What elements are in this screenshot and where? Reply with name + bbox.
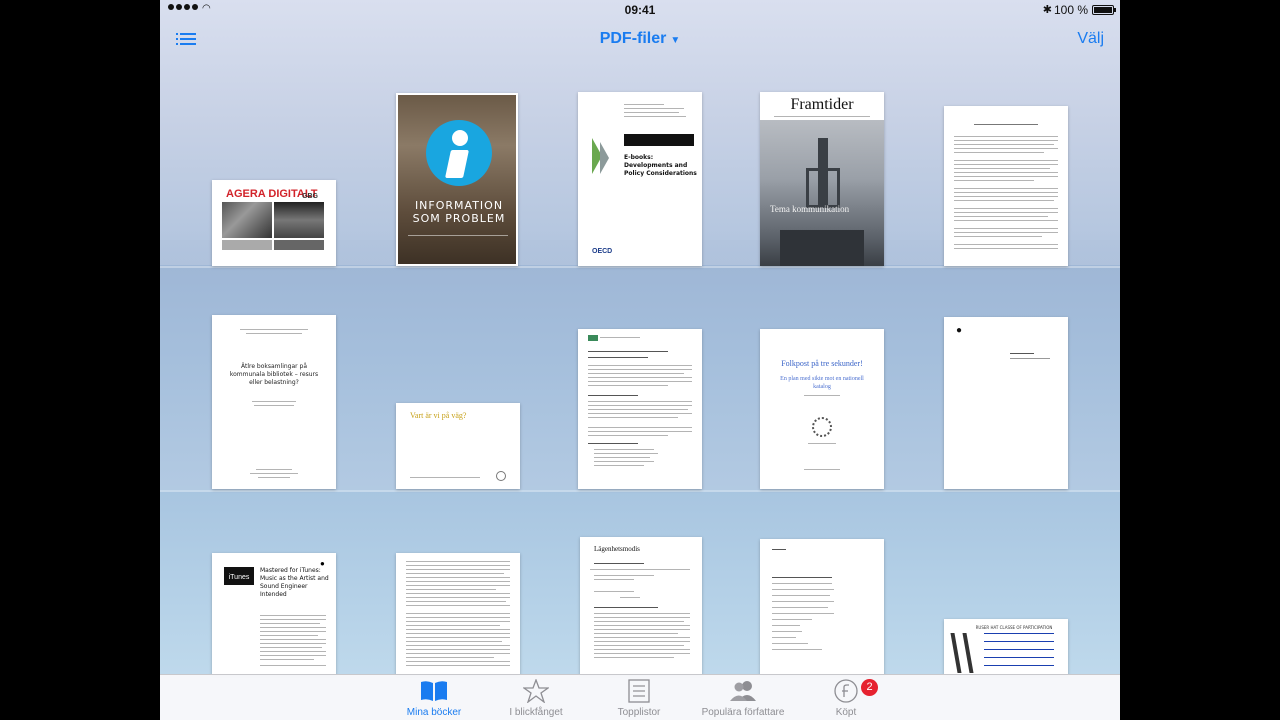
tab-mina-bocker[interactable]: Mina böcker [384,679,484,719]
cover-photo-tower [760,120,884,266]
crown-seal-icon [812,417,832,437]
oecd-chevron-icon [600,142,609,174]
book-agera-digitalt[interactable]: AGERA DIGITALT GBG [212,180,336,266]
book-text-document[interactable] [396,553,520,675]
book-oecd-ebooks[interactable]: E-books: Developments and Policy Conside… [578,92,702,266]
shelf-divider [160,490,1120,492]
logo-icon [588,335,598,341]
book-ladder-of-participation[interactable]: RUSER HAT CLASSE OF PARTICIPATION [944,619,1068,675]
book-title-suffix: GBG [302,193,318,200]
book-ipad-guide[interactable]: ● [944,317,1068,489]
book-framtider[interactable]: Framtider Tema kommunikation [760,92,884,266]
shelf-divider [160,266,1120,268]
book-title: Folkpost på tre sekunder! [781,359,863,368]
tab-label: Populära författare [701,707,785,718]
book-title: Lägenhetsmodis [594,545,640,553]
tab-topplistor[interactable]: Topplistor [589,679,689,719]
cover-photo [222,202,272,238]
book-title: INFORMATION SOM PROBLEM [412,199,506,225]
book-mastered-for-itunes[interactable]: iTunes ● Mastered for iTunes: Music as t… [212,553,336,675]
book-table-of-contents[interactable] [760,539,884,675]
book-information-som-problem[interactable]: INFORMATION SOM PROBLEM [396,93,518,266]
people-icon [693,679,793,703]
tab-kopt[interactable]: Köpt 2 [796,679,896,719]
book-title: Vart är vi på väg? [410,411,467,420]
tab-label: Mina böcker [406,707,462,718]
book-title: Framtider [790,96,854,113]
ibooks-screen: ◠ 09:41 ✱ 100 % PDF-filer ▼ Välj AGERA DI… [160,0,1120,720]
purchased-icon [796,679,896,703]
book-subtitle: Tema kommunikation [770,204,850,214]
list-view-icon[interactable] [176,31,196,47]
cover-photo [222,240,272,250]
ladder-icon [950,633,962,673]
tab-populara-forfattare[interactable]: Populära författare [693,679,793,719]
notification-badge: 2 [861,679,878,696]
books-icon [384,679,484,703]
chevron-down-icon: ▼ [670,35,681,46]
tab-label: I blickfånget [509,707,563,718]
select-button[interactable]: Välj [1077,30,1104,48]
book-title: RUSER HAT CLASSE OF PARTICIPATION [975,625,1053,630]
tab-label: Köpt [835,707,857,718]
book-research-paper[interactable] [944,106,1068,266]
series-banner [624,134,694,146]
publisher-logo: OECD [592,248,613,255]
bluetooth-icon: ✱ [1042,4,1052,16]
battery-percentage: 100 % [1053,3,1088,17]
logo-icon [496,471,506,481]
book-vart-ar-vi-pa-vag[interactable]: Vart är vi på väg? [396,403,520,489]
battery-icon [1092,5,1116,15]
book-folkpost[interactable]: Folkpost på tre sekunder! En plan med si… [760,329,884,489]
itunes-logo: iTunes [224,567,254,585]
apple-logo-icon: ● [956,325,963,336]
book-report[interactable] [578,329,702,489]
cover-photo [274,202,324,238]
star-icon [486,678,586,704]
book-boksamlingar[interactable]: Ätlre boksamlingar på kommunala bibliote… [212,315,336,489]
tab-i-blickfanget[interactable]: I blickfånget [486,678,586,719]
book-title: E-books: Developments and Policy Conside… [624,154,697,177]
cover-photo [274,240,324,250]
collection-title-text: PDF-filer [599,30,667,47]
navigation-bar: PDF-filer ▼ Välj [160,20,1120,60]
status-bar: ◠ 09:41 ✱ 100 % [160,0,1120,20]
info-circle-icon [426,120,492,186]
book-lagenhetsmodis[interactable]: Lägenhetsmodis [580,537,702,675]
book-subtitle: En plan med sikte mot en nationell katal… [780,376,864,390]
tab-bar: Mina böcker I blickfånget Topplistor Pop… [160,674,1120,720]
status-time: 09:41 [624,3,656,17]
collection-title[interactable]: PDF-filer ▼ [540,30,740,48]
tab-label: Topplistor [617,707,661,718]
book-title: Ätlre boksamlingar på kommunala bibliote… [229,363,319,386]
book-title: Mastered for iTunes: Music as the Artist… [260,567,329,598]
list-icon [589,679,689,703]
